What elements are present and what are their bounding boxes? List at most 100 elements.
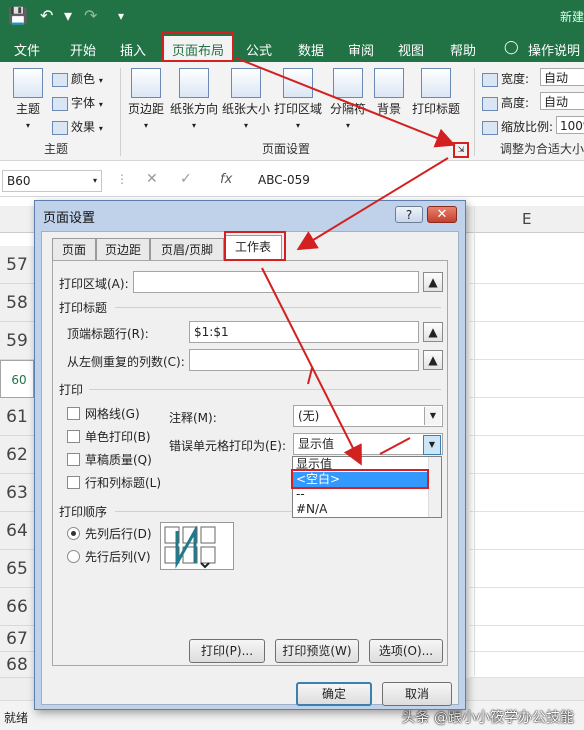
name-box-value: B60 [7,174,31,188]
enter-icon[interactable]: ✓ [180,171,192,187]
grid-line [470,283,584,284]
insert-function-icon[interactable]: fx [220,172,232,187]
tab-margins[interactable]: 页边距 [96,238,150,260]
grid-line [470,549,584,550]
tab-formulas[interactable]: 公式 [246,40,272,59]
undo-dropdown-icon[interactable]: ▾ [64,6,72,25]
height-select[interactable]: 自动 [540,92,584,110]
fonts-icon [52,96,68,111]
scale-input[interactable]: 100% [556,116,584,134]
row-header[interactable]: 68 [0,652,34,678]
orientation-button[interactable]: 纸张方向 ▾ [168,68,220,131]
themes-button[interactable]: 主题 ▾ [8,68,48,131]
tab-header-footer[interactable]: 页眉/页脚 [150,238,224,260]
ok-button[interactable]: 确定 [296,682,372,706]
tab-help[interactable]: 帮助 [450,40,476,59]
effects-button[interactable]: 效果 ▾ [52,118,103,135]
cancel-button[interactable]: 取消 [382,682,452,706]
cancel-icon[interactable]: ✕ [146,171,158,187]
rows-repeat-input[interactable]: $1:$1 [189,321,419,343]
margins-button[interactable]: 页边距 ▾ [124,68,168,131]
row-header[interactable]: 65 [0,550,34,588]
theme-group-label: 主题 [44,142,69,156]
collapse-dialog-icon[interactable]: ▲ [423,272,443,292]
comments-select[interactable]: (无) ▼ [293,405,443,427]
row-header[interactable]: 64 [0,512,34,550]
background-button[interactable]: 背景 [372,68,406,117]
dropdown-scrollbar[interactable] [428,457,441,517]
page-setup-group-label: 页面设置 [262,142,311,156]
help-button[interactable]: ? [395,206,423,223]
over-then-down-radio[interactable] [67,550,80,563]
row-header[interactable]: 61 [0,398,34,436]
option-na[interactable]: #N/A [293,502,429,517]
row-header[interactable]: 59 [0,322,34,360]
row-header[interactable]: 57 [0,246,34,284]
tab-home[interactable]: 开始 [70,40,96,59]
down-then-over-radio[interactable] [67,527,80,540]
effects-label: 效果 [71,120,96,134]
width-select[interactable]: 自动 [540,68,584,86]
collapse-dialog-icon[interactable]: ▲ [423,322,443,342]
page-setup-dialog-launcher[interactable]: ⇲ [453,142,469,158]
undo-icon[interactable]: ↶ [40,6,53,25]
cols-repeat-input[interactable] [189,349,419,371]
orientation-label: 纸张方向 [169,102,218,116]
close-button[interactable]: ✕ [427,206,457,223]
fonts-button[interactable]: 字体 ▾ [52,94,103,111]
column-header-e[interactable]: E [522,210,531,228]
drag-handle-icon[interactable]: ⋮ [116,172,128,186]
row-col-headings-label: 行和列标题(L) [85,476,162,490]
row-header[interactable]: 62 [0,436,34,474]
row-header[interactable]: 60 [0,360,34,398]
chevron-down-icon[interactable]: ▾ [93,171,97,191]
customize-icon[interactable]: ▾ [118,9,124,23]
tab-page[interactable]: 页面 [52,238,96,260]
option-dashes[interactable]: -- [293,487,429,502]
size-label: 纸张大小 [221,102,270,116]
row-col-headings-checkbox[interactable] [67,476,80,489]
scale-icon [482,120,498,135]
print-area-button[interactable]: 打印区域 ▾ [272,68,324,131]
name-box[interactable]: B60 ▾ [2,170,102,192]
chevron-down-icon[interactable]: ▼ [423,435,441,455]
grid-line [470,625,584,626]
print-section: 打印 [59,383,84,397]
print-preview-button[interactable]: 打印预览(W) [275,639,359,663]
margins-icon [131,68,161,98]
grid-line [474,206,475,676]
black-white-checkbox[interactable] [67,430,80,443]
row-header[interactable]: 67 [0,626,34,652]
size-button[interactable]: 纸张大小 ▾ [220,68,272,131]
window-title: 新建 [559,10,584,24]
colors-button[interactable]: 颜色 ▾ [52,70,103,87]
grid-line [470,473,584,474]
orientation-icon [179,68,209,98]
collapse-dialog-icon[interactable]: ▲ [423,350,443,370]
options-button[interactable]: 选项(O)... [369,639,443,663]
height-icon [482,96,498,111]
row-header[interactable]: 66 [0,588,34,626]
gridlines-checkbox[interactable] [67,407,80,420]
save-icon[interactable]: 💾 [8,6,28,25]
tab-file[interactable]: 文件 [14,40,40,59]
group-divider [120,68,121,156]
draft-quality-checkbox[interactable] [67,453,80,466]
row-header[interactable]: 63 [0,474,34,512]
tab-insert[interactable]: 插入 [120,40,146,59]
tab-review[interactable]: 审阅 [348,40,374,59]
print-button[interactable]: 打印(P)... [189,639,265,663]
cell-errors-select[interactable]: 显示值 ▼ [293,433,443,455]
breaks-button[interactable]: 分隔符 ▾ [326,68,370,131]
background-icon [374,68,404,98]
formula-input[interactable]: ABC-059 [258,173,310,187]
tab-view[interactable]: 视图 [398,40,424,59]
print-area-input[interactable] [133,271,419,293]
chevron-down-icon[interactable]: ▼ [424,407,441,425]
tab-data[interactable]: 数据 [298,40,324,59]
row-header[interactable]: 58 [0,284,34,322]
scale-label-row: 缩放比例: [482,118,553,135]
print-titles-button[interactable]: 打印标题 [408,68,464,117]
grid-line [470,587,584,588]
size-icon [231,68,261,98]
